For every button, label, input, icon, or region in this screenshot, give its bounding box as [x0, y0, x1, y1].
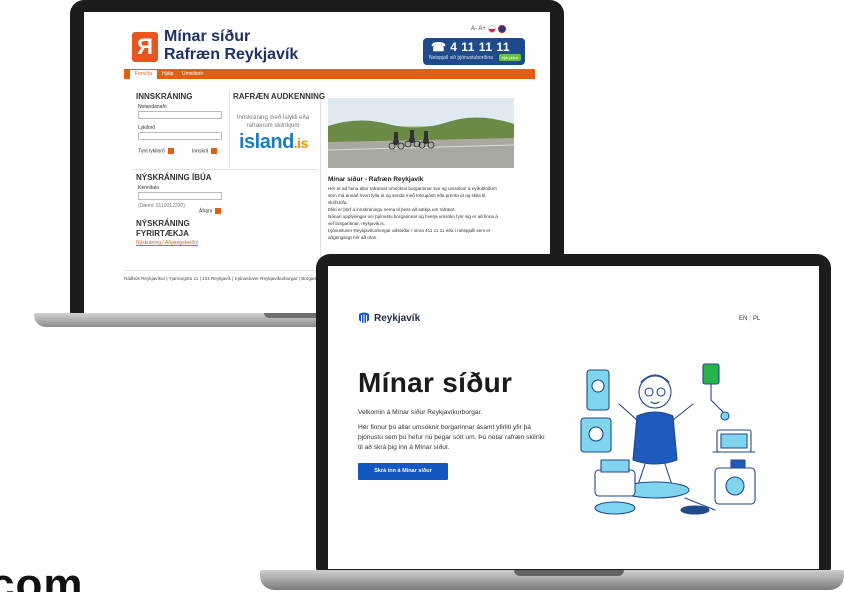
- new-site: Reykjavík EN | PL Mínar síður Velkomin á M…: [328, 266, 819, 569]
- arrow-icon: [211, 148, 218, 154]
- laptop-new-screen: Reykjavík EN | PL Mínar síður Velkomin á M…: [328, 266, 819, 569]
- laptop-new-notch: [514, 570, 624, 576]
- column-divider: [320, 90, 321, 266]
- eid-description: Innskráning með Íslykli eða rafrænum ski…: [236, 115, 310, 129]
- login-button-label: Innskrá: [192, 148, 209, 155]
- partial-watermark-text: com: [0, 560, 84, 592]
- intro-line: Hér finnur þú allar umsóknir borgarinnar…: [358, 424, 531, 431]
- language-switcher: EN | PL: [739, 316, 760, 322]
- old-brand-subtitle: Rafræn Reykjavík: [164, 46, 299, 63]
- old-footer: Ráðhús Reykjavíkur | Tjarnargötu 11 | 10…: [124, 276, 317, 281]
- password-input[interactable]: [138, 132, 222, 140]
- article-line: Ekki er þörf á innskráningu nema til þes…: [328, 207, 456, 212]
- article-line: vef borgarinnar, reykjavik.is.: [328, 221, 385, 226]
- font-size-controls[interactable]: A- A+: [471, 26, 486, 32]
- article-line: Hér er að finna allar rafrænar umsóknir …: [328, 186, 497, 191]
- reykjavik-logo-icon[interactable]: [358, 311, 370, 326]
- phone-subtitle: Netspjall við þjónustuborðina: [429, 55, 493, 61]
- login-cta-button[interactable]: Skrá inn á Mínar síður: [358, 463, 448, 480]
- phone-number: ☎ 4 11 11 11: [431, 40, 511, 54]
- username-input[interactable]: [138, 111, 222, 119]
- island-logo-suffix: .is: [293, 135, 309, 151]
- eid-heading: RAFRÆN AUDKENNING: [233, 92, 326, 101]
- nav-tab-home[interactable]: Forsíða: [130, 70, 157, 79]
- welcome-text: Velkomin á Mínar síður Reykjavíkurborgar…: [358, 409, 483, 416]
- register-company-heading-2: FYRIRTÆKJA: [136, 229, 189, 238]
- flag-uk-icon[interactable]: [498, 25, 506, 33]
- login-button[interactable]: Innskrá: [192, 148, 218, 155]
- article-title: Mínar síður - Rafræn Reykjavík: [328, 176, 424, 183]
- password-label: Lykilorð: [138, 125, 156, 131]
- arrow-icon: [215, 208, 222, 214]
- article-line: skrifstofa.: [328, 200, 348, 205]
- intro-line: þjónustu sem þú hefur nú þegar sótt um. …: [358, 434, 545, 441]
- island-is-logo[interactable]: island.is: [239, 131, 308, 154]
- cyclists-photo: [328, 98, 514, 168]
- column-divider: [229, 90, 230, 170]
- continue-button[interactable]: Áfram: [199, 208, 222, 215]
- kennitala-label: Kennitala: [138, 185, 159, 191]
- page-title: Mínar síður: [358, 367, 513, 398]
- lang-en-link[interactable]: EN: [739, 316, 747, 322]
- article-line: Nánari upplýsingar um þjónustu borgarinn…: [328, 214, 498, 219]
- photo-illustration: [328, 98, 514, 168]
- person-devices-illustration: [580, 363, 756, 515]
- kennitala-example: (Dæmi: 0110012230): [138, 203, 185, 209]
- forgot-password-button[interactable]: Týnt lykilorð: [138, 148, 174, 154]
- island-logo-main: island: [239, 131, 294, 153]
- nav-tab-applications[interactable]: Umsóknir: [177, 70, 208, 79]
- mockup-stage: Я Mínar síður Rafræn Reykjavík A- A+ ☎ 4…: [0, 0, 844, 592]
- brand-name[interactable]: Reykjavík: [374, 313, 420, 324]
- phone-box: ☎ 4 11 11 11 Netspjall við þjónustuborði…: [423, 38, 525, 65]
- continue-label: Áfram: [199, 208, 213, 215]
- old-logo-icon: Я: [132, 32, 158, 62]
- company-register-link[interactable]: Nýskráning / Aðgangsbeiðni: [136, 240, 198, 246]
- article-line: aðgengilegt hér að ofan.: [328, 235, 378, 240]
- chat-button[interactable]: Hjá ykkur: [499, 54, 521, 61]
- intro-line: til að skrá þig inn á Mínar síður.: [358, 444, 450, 451]
- register-company-heading: NÝSKRÁNING: [136, 219, 190, 228]
- article-line: Þjónustuver Reykjavíkurborgar aðstoðar í…: [328, 228, 491, 233]
- flag-pl-icon[interactable]: [488, 25, 496, 33]
- arrow-icon: [167, 148, 174, 154]
- laptop-new-base: [260, 570, 844, 590]
- article-line: sem má annað hvort fylla út og senda með…: [328, 193, 486, 198]
- old-brand-title: Mínar síður: [164, 28, 251, 45]
- login-heading: INNSKRÁNING: [136, 92, 193, 101]
- section-divider: [132, 169, 318, 170]
- register-resident-heading: NÝSKRÁNING ÍBÚA: [136, 173, 212, 182]
- username-label: Notandanafn: [138, 104, 167, 110]
- forgot-password-label: Týnt lykilorð: [138, 148, 165, 155]
- lang-separator: |: [749, 316, 751, 322]
- nav-tab-help[interactable]: Hjálp: [157, 70, 178, 79]
- lang-pl-link[interactable]: PL: [753, 316, 760, 322]
- kennitala-input[interactable]: [138, 192, 222, 200]
